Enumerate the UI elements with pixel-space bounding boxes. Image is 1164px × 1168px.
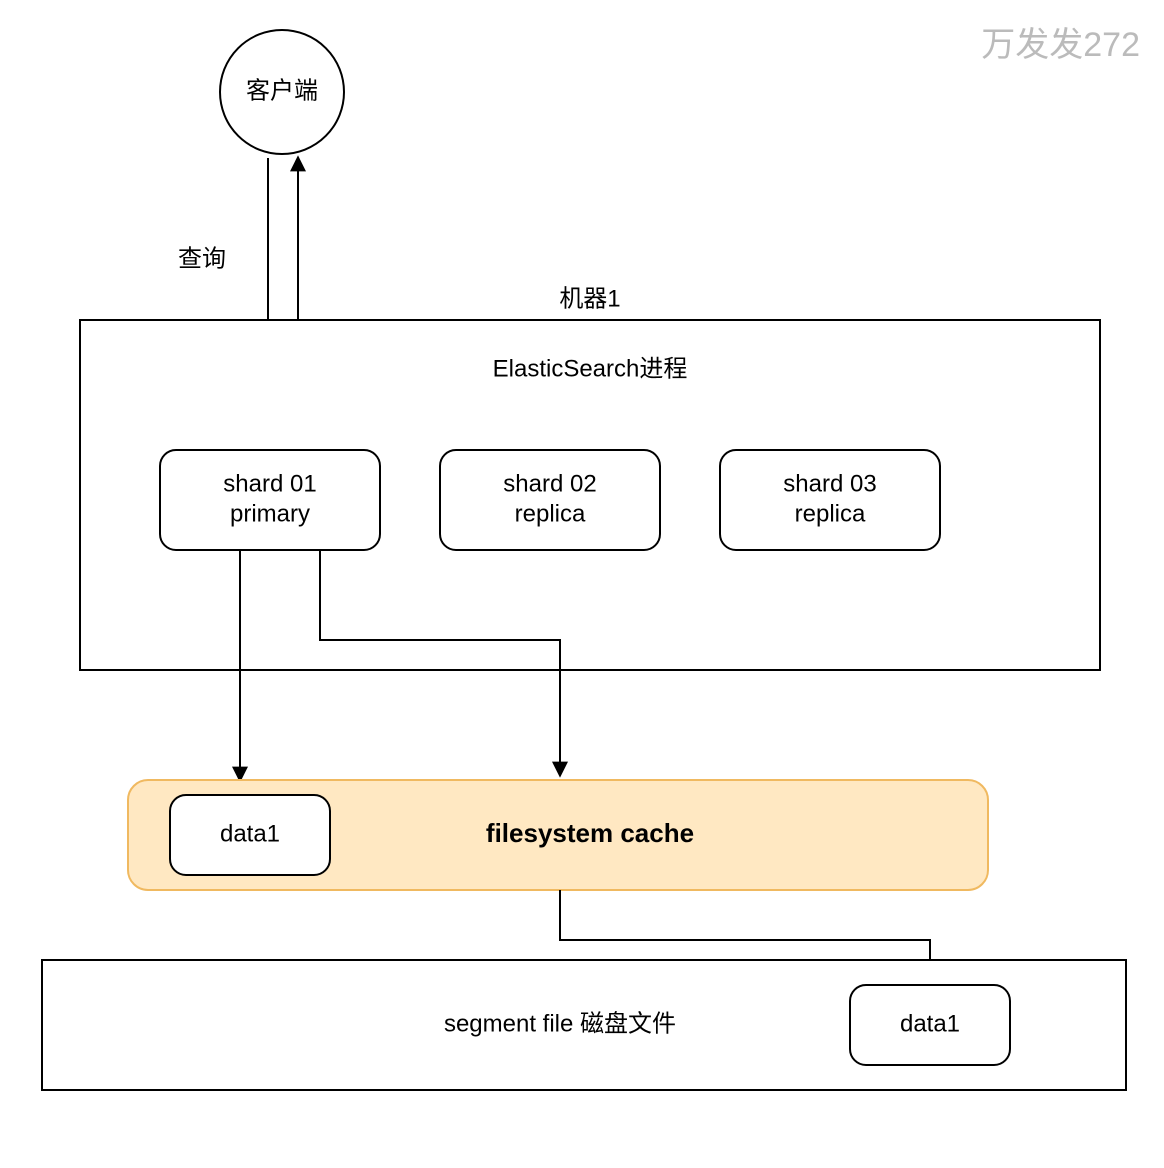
cache-data-label: data1 <box>220 820 280 847</box>
process-title: ElasticSearch进程 <box>493 355 688 382</box>
cache-title: filesystem cache <box>486 818 694 848</box>
query-label: 查询 <box>178 245 226 272</box>
watermark-text: 万发发272 <box>981 26 1140 64</box>
shard-03-line2: replica <box>795 500 866 527</box>
machine-title: 机器1 <box>559 285 620 312</box>
shard-02-line2: replica <box>515 500 586 527</box>
disk-title: segment file 磁盘文件 <box>444 1010 676 1037</box>
client-label: 客户端 <box>246 77 318 104</box>
diagram-canvas: 万发发272 客户端 查询 机器1 ElasticSearch进程 shard … <box>0 0 1164 1168</box>
shard-01-line1: shard 01 <box>223 470 316 497</box>
disk-data-label: data1 <box>900 1010 960 1037</box>
shard-01-line2: primary <box>230 500 310 527</box>
shard-02-line1: shard 02 <box>503 470 596 497</box>
shard-03-line1: shard 03 <box>783 470 876 497</box>
